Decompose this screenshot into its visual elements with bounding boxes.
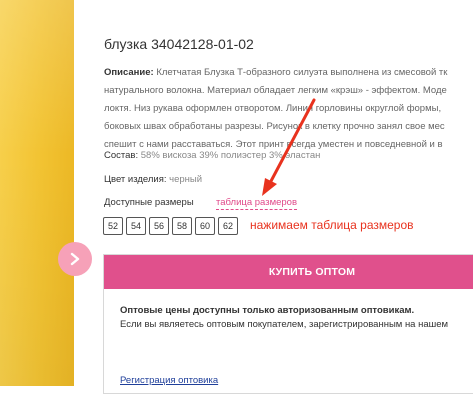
size-option-58[interactable]: 58 (172, 217, 192, 235)
description-label: Описание: (104, 67, 154, 78)
size-option-52[interactable]: 52 (103, 217, 123, 235)
chevron-right-icon (70, 252, 80, 266)
composition-value: 58% вискоза 39% полиэстер 3% эластан (138, 150, 321, 161)
register-wholesaler-link[interactable]: Регистрация оптовика (120, 375, 218, 386)
size-selector: 52 54 56 58 60 62 (103, 217, 238, 235)
description-line-1: Описание: Клетчатая Блузка Т-образного с… (104, 64, 473, 82)
annotation-hint: нажимаем таблица размеров (250, 218, 414, 232)
size-option-60[interactable]: 60 (195, 217, 215, 235)
description-text-1: Клетчатая Блузка Т-образного силуэта вып… (153, 67, 448, 78)
product-description: Описание: Клетчатая Блузка Т-образного с… (104, 64, 473, 154)
buy-wholesale-button[interactable]: КУПИТЬ ОПТОМ (104, 255, 473, 289)
color-label: Цвет изделия: (104, 174, 167, 185)
wholesale-box: КУПИТЬ ОПТОМ Оптовые цены доступны тольк… (103, 254, 473, 394)
buy-wholesale-label: КУПИТЬ ОПТОМ (268, 266, 356, 278)
color-row: Цвет изделия: черный (104, 174, 202, 185)
description-line-3: локтя. Низ рукава оформлен отворотом. Ли… (104, 103, 442, 114)
color-value: черный (166, 174, 203, 185)
product-title: блузка 34042128-01-02 (104, 36, 254, 52)
wholesale-note: Если вы являетесь оптовым покупателем, з… (120, 319, 449, 330)
product-photo-shade (0, 0, 74, 386)
size-chart-link[interactable]: таблица размеров (216, 197, 298, 210)
description-line-4: боковых швах обработаны разрезы. Рисунок… (104, 121, 445, 132)
size-option-56[interactable]: 56 (149, 217, 169, 235)
gallery-next-button[interactable] (58, 242, 92, 276)
wholesale-note-bold: Оптовые цены доступны только авторизован… (120, 305, 415, 316)
available-sizes-label: Доступные размеры (104, 197, 194, 208)
description-line-2: натурального волокна. Материал обладает … (104, 85, 447, 96)
composition-label: Состав: (104, 150, 139, 161)
size-option-62[interactable]: 62 (218, 217, 238, 235)
composition-row: Состав: 58% вискоза 39% полиэстер 3% эла… (104, 150, 320, 161)
size-option-54[interactable]: 54 (126, 217, 146, 235)
